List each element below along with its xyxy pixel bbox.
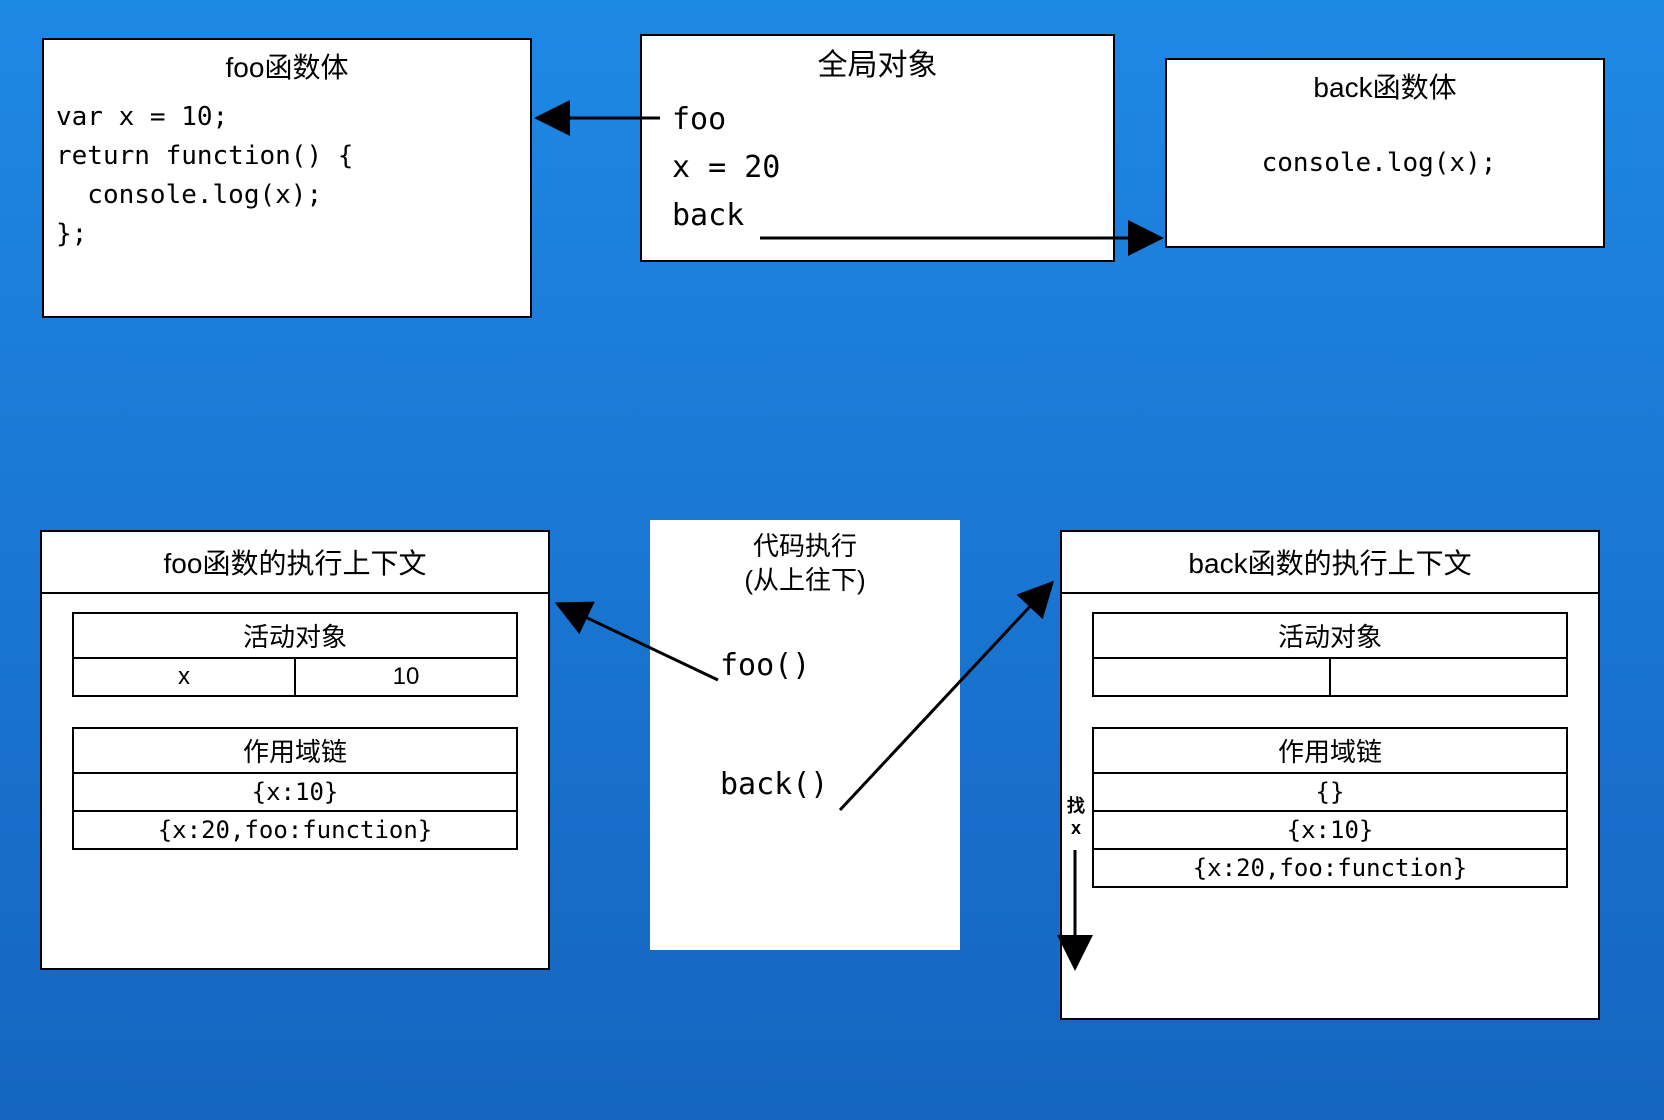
foo-active-object: 活动对象 x 10 [72,612,518,697]
back-body-code: console.log(x); [1167,114,1603,187]
global-back-label: back [672,198,744,233]
global-object-box: 全局对象 foo x = 20 back [640,34,1115,262]
back-scope-row-3: {x:20,foo:function} [1094,850,1566,886]
global-foo-label: foo [672,102,726,137]
find-x-label: 找 x [1066,796,1086,839]
back-scope-title: 作用域链 [1094,729,1566,774]
code-exec-calls: foo() back() [650,606,960,804]
global-object-code: foo x = 20 back [642,92,1113,244]
code-exec-box: 代码执行 (从上往下) foo() back() [650,520,960,950]
foo-ao-title: 活动对象 [74,614,516,659]
foo-body-code: var x = 10; return function() { console.… [44,94,530,258]
back-active-object: 活动对象 [1092,612,1568,697]
foo-scope-chain: 作用域链 {x:10} {x:20,foo:function} [72,727,518,850]
code-exec-call-back: back() [720,765,960,804]
code-exec-title-line1: 代码执行 [753,531,857,561]
foo-scope-row-2: {x:20,foo:function} [74,812,516,848]
code-exec-title: 代码执行 (从上往下) [650,520,960,606]
foo-body-title: foo函数体 [44,40,530,94]
foo-ao-key: x [74,659,296,695]
foo-context-title: foo函数的执行上下文 [42,532,548,594]
back-ao-row [1094,659,1566,695]
code-exec-call-foo: foo() [720,646,960,685]
foo-scope-row-1: {x:10} [74,774,516,812]
back-ao-key [1094,659,1331,695]
back-context-box: back函数的执行上下文 活动对象 作用域链 {} {x:10} {x:20,f… [1060,530,1600,1020]
back-body-title: back函数体 [1167,60,1603,114]
back-scope-chain: 作用域链 {} {x:10} {x:20,foo:function} [1092,727,1568,888]
foo-body-box: foo函数体 var x = 10; return function() { c… [42,38,532,318]
foo-context-box: foo函数的执行上下文 活动对象 x 10 作用域链 {x:10} {x:20,… [40,530,550,970]
global-object-title: 全局对象 [642,36,1113,92]
back-body-box: back函数体 console.log(x); [1165,58,1605,248]
back-scope-row-2: {x:10} [1094,812,1566,850]
foo-ao-val: 10 [296,659,516,695]
back-scope-row-1: {} [1094,774,1566,812]
back-ao-val [1331,659,1566,695]
code-exec-title-line2: (从上往下) [744,565,865,595]
back-context-title: back函数的执行上下文 [1062,532,1598,594]
foo-scope-title: 作用域链 [74,729,516,774]
back-ao-title: 活动对象 [1094,614,1566,659]
foo-ao-row: x 10 [74,659,516,695]
global-x-label: x = 20 [672,150,780,185]
